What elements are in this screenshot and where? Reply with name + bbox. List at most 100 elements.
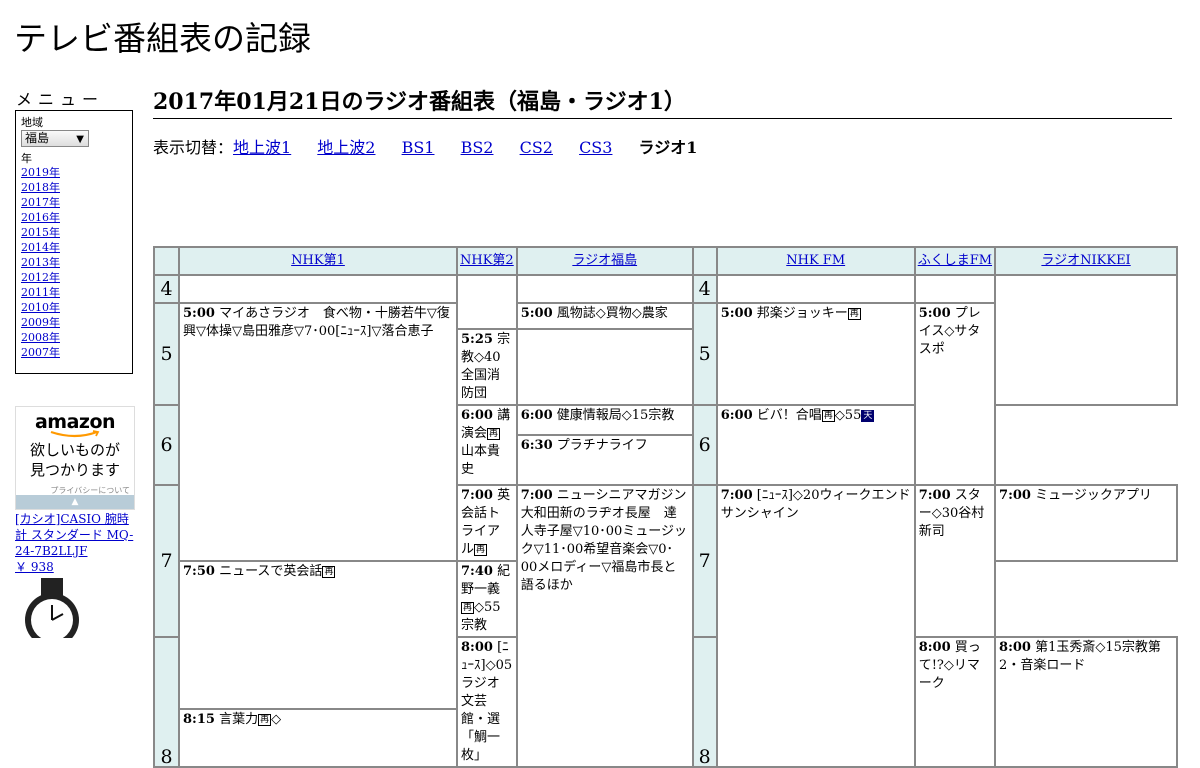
hour-cell: 6 (691, 404, 718, 486)
channel-link-nhk1[interactable]: NHK第1 (291, 253, 345, 268)
program-title: ニュースで英会話 (219, 564, 323, 579)
rerun-icon: 再 (487, 428, 501, 440)
year-link[interactable]: 2010年 (21, 301, 60, 314)
program-cell[interactable]: 5:00 マイあさラジオ 食べ物・十勝若牛▽復興▽体操▽島田雅彦▽7･00[ﾆｭ… (178, 302, 458, 562)
channel-header: ラジオNIKKEI (994, 246, 1179, 276)
ad-price[interactable]: ￥ 938 (15, 560, 54, 574)
program-time: 7:40 (461, 564, 493, 579)
year-item: 2009年 (21, 315, 127, 330)
program-cell[interactable]: 5:00 プレイス◇サタスポ (913, 302, 997, 486)
switch-link-bs1[interactable]: BS1 (402, 138, 435, 157)
year-link[interactable]: 2008年 (21, 331, 60, 344)
program-time: 5:00 (183, 306, 215, 321)
program-cell[interactable]: 7:00 スター◇30谷村新司 (913, 484, 997, 638)
amazon-logo: amazon (34, 411, 116, 433)
hour-cell: 5 (153, 302, 180, 406)
switch-link-cs3[interactable]: CS3 (579, 138, 612, 157)
ad-product-link[interactable]: [カシオ]CASIO 腕時計 スタンダード MQ-24-7B2LLJF (15, 512, 133, 558)
program-cell[interactable]: 8:15 言葉力再 ◇ (178, 708, 458, 768)
channel-link-radio-nikkei[interactable]: ラジオNIKKEI (1041, 253, 1130, 268)
channel-link-radio-fukushima[interactable]: ラジオ福島 (572, 253, 637, 268)
hour-cell: 8 (153, 636, 180, 768)
site-title: テレビ番組表の記録 (14, 19, 311, 58)
program-time: 6:00 (461, 408, 493, 423)
program-cell[interactable]: 8:00 [ﾆｭｰｽ]◇05ラジオ文芸館・選「鯛一枚」 (456, 636, 518, 768)
switcher-prefix: 表示切替： (153, 138, 234, 157)
dropdown-arrow-icon: ▼ (76, 134, 84, 145)
program-time: 5:00 (520, 306, 553, 321)
program-title: 風物誌◇買物◇農家 (556, 306, 668, 321)
hour-cell: 4 (153, 274, 180, 304)
rerun-icon: 再 (821, 410, 835, 422)
switch-link-terrestrial2[interactable]: 地上波2 (317, 138, 375, 157)
year-link[interactable]: 2019年 (21, 166, 60, 179)
program-time: 8:00 (918, 640, 951, 655)
program-cell[interactable]: 6:00 健康情報局◇15宗教 (515, 404, 694, 436)
program-cell[interactable]: 7:00 [ﾆｭｰｽ]◇20ウィークエンドサンシャイン (715, 484, 916, 768)
program-time: 5:00 (720, 306, 753, 321)
year-link[interactable]: 2018年 (21, 181, 60, 194)
year-label: 年 (21, 152, 32, 165)
program-cell[interactable]: 8:00 第1玉秀斎◇15宗教第2・音楽ロード (994, 636, 1179, 768)
program-cell[interactable]: 7:00 ミュージックアプリ (994, 484, 1179, 562)
year-link[interactable]: 2007年 (21, 346, 60, 359)
program-title: ミュージックアプリ (1035, 488, 1152, 503)
ad-expand-bar[interactable]: ▲ (16, 495, 134, 509)
program-time: 6:00 (720, 408, 753, 423)
ad-copy: 欲しいものが 見つかります (16, 440, 134, 480)
program-title: マイあさラジオ 食べ物・十勝若牛▽復興▽体操▽島田雅彦▽7･00[ﾆｭｰｽ]▽落… (183, 306, 450, 339)
year-link[interactable]: 2013年 (21, 256, 60, 269)
hour-cell: 7 (153, 484, 180, 638)
rerun-icon: 再 (322, 566, 336, 578)
program-time: 7:50 (183, 564, 215, 579)
hour-cell: 8 (691, 636, 718, 768)
program-cell[interactable]: 5:00 邦楽ジョッキー再 (715, 302, 916, 406)
program-cell[interactable]: 6:00 講演会再 山本貴史 (456, 404, 518, 486)
program-cell[interactable]: 6:00 ビバ！合唱再 ◇55 天 (715, 404, 916, 486)
program-cell[interactable]: 7:50 ニュースで英会話再 (178, 559, 458, 711)
amazon-ad-banner[interactable]: amazon 欲しいものが 見つかります プライバシーについて ▲ (15, 406, 135, 510)
channel-link-nhk-fm[interactable]: NHK FM (786, 253, 845, 268)
year-link[interactable]: 2016年 (21, 211, 60, 224)
year-item: 2018年 (21, 180, 127, 195)
year-item: 2019年 (21, 165, 127, 180)
year-link[interactable]: 2009年 (21, 316, 60, 329)
switch-link-cs2[interactable]: CS2 (520, 138, 553, 157)
program-title: [ﾆｭｰｽ]◇05ラジオ文芸館・選「鯛一枚」 (461, 640, 513, 763)
empty-slot (715, 274, 916, 304)
program-extra: ◇ (271, 712, 282, 728)
empty-slot (515, 274, 694, 304)
program-cell[interactable]: 6:30 プラチナライフ (515, 434, 694, 486)
region-select[interactable]: 福島 ▼ (21, 130, 89, 147)
program-title: プラチナライフ (556, 438, 648, 453)
program-title: ビバ！合唱 (756, 408, 822, 423)
year-link[interactable]: 2012年 (21, 271, 60, 284)
channel-link-nhk2[interactable]: NHK第2 (460, 253, 514, 268)
program-cell[interactable]: 7:00 英会話トライアル再 (456, 484, 518, 562)
program-cell[interactable]: 5:00 風物誌◇買物◇農家 (515, 302, 694, 330)
switch-link-bs2[interactable]: BS2 (461, 138, 494, 157)
empty-slot (994, 274, 1179, 406)
program-time: 5:25 (461, 332, 493, 347)
corner-cell (691, 246, 718, 276)
empty-slot (456, 274, 518, 330)
year-link[interactable]: 2011年 (21, 286, 60, 299)
hour-cell: 7 (691, 484, 718, 638)
year-item: 2007年 (21, 345, 127, 360)
hour-cell: 6 (153, 404, 180, 486)
program-cell[interactable]: 7:00 ニューシニアマガジン 大和田新のラヂオ長屋 達人寺子屋▽10･00ミュ… (515, 484, 694, 768)
program-cell[interactable]: 8:00 買って!?◇リマーク (913, 636, 997, 768)
channel-header: ラジオ福島 (515, 246, 694, 276)
region-select-value: 福島 (25, 131, 50, 145)
channel-header: NHK FM (715, 246, 916, 276)
switch-link-terrestrial1[interactable]: 地上波1 (233, 138, 291, 157)
program-time: 7:00 (461, 488, 493, 503)
year-link[interactable]: 2014年 (21, 241, 60, 254)
year-link[interactable]: 2017年 (21, 196, 60, 209)
program-cell[interactable]: 5:25 宗教◇40全国消防団 (456, 328, 518, 406)
program-cell[interactable]: 7:40 紀野一義再 ◇55宗教 (456, 560, 518, 638)
watch-product-image[interactable] (19, 578, 85, 638)
channel-link-fukushima-fm[interactable]: ふくしまFM (918, 253, 992, 268)
hour-cell: 4 (691, 274, 718, 304)
year-link[interactable]: 2015年 (21, 226, 60, 239)
